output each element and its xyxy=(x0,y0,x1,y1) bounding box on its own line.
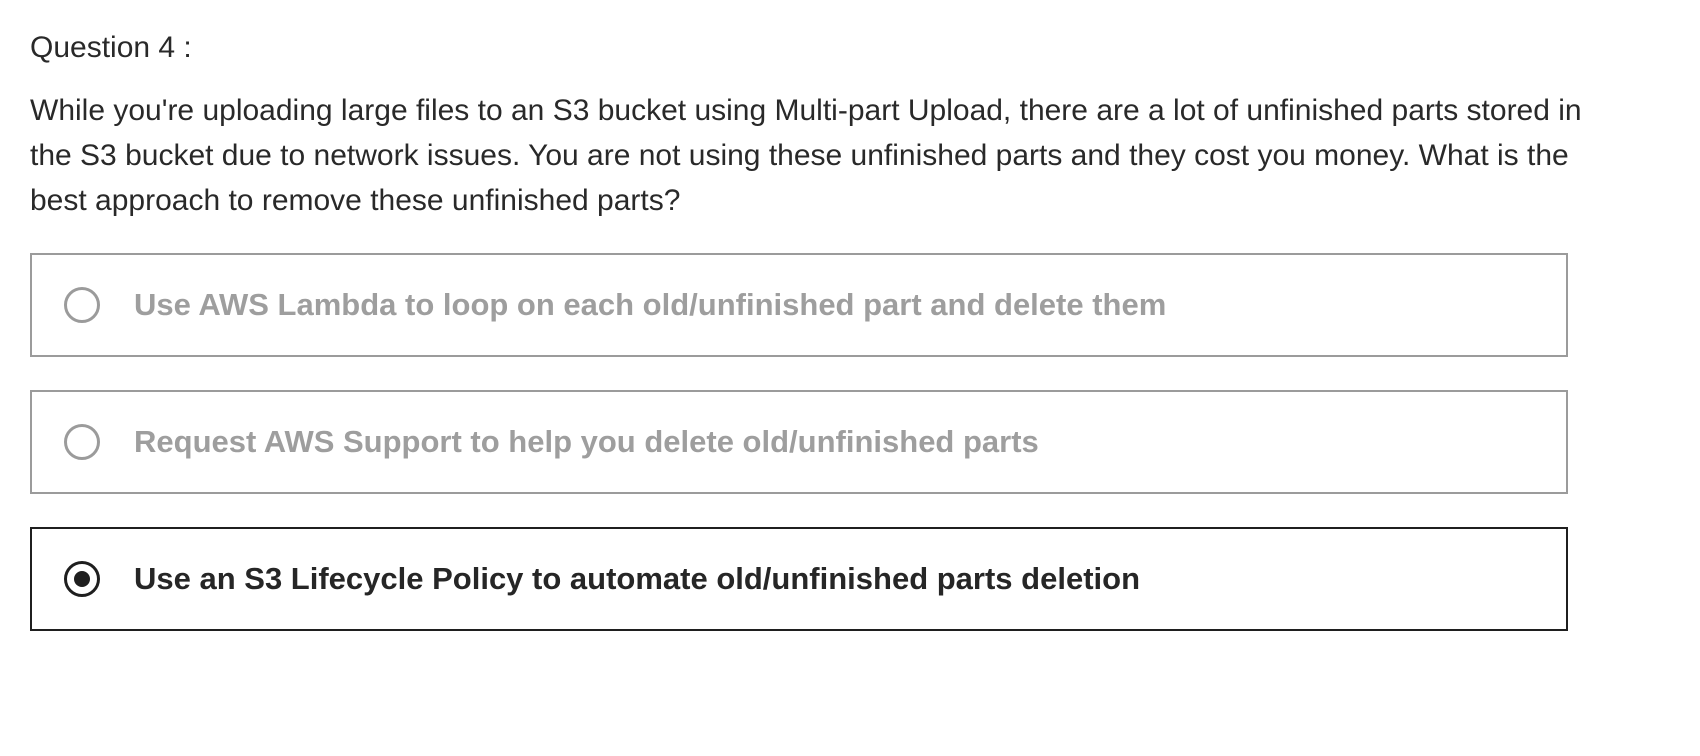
answer-option-label: Use an S3 Lifecycle Policy to automate o… xyxy=(134,561,1141,596)
answer-options: Use AWS Lambda to loop on each old/unfin… xyxy=(30,253,1568,664)
answer-option-2[interactable]: Request AWS Support to help you delete o… xyxy=(30,390,1568,494)
answer-option-label: Use AWS Lambda to loop on each old/unfin… xyxy=(134,287,1167,322)
answer-option-1[interactable]: Use AWS Lambda to loop on each old/unfin… xyxy=(30,253,1568,357)
radio-unchecked-icon[interactable] xyxy=(64,287,100,323)
radio-unchecked-icon[interactable] xyxy=(64,424,100,460)
answer-option-3[interactable]: Use an S3 Lifecycle Policy to automate o… xyxy=(30,527,1568,631)
question-number: Question 4 : xyxy=(30,31,192,64)
radio-checked-icon[interactable] xyxy=(64,561,100,597)
question-text: While you're uploading large files to an… xyxy=(30,94,1582,217)
answer-option-label: Request AWS Support to help you delete o… xyxy=(134,424,1039,459)
radio-dot-icon xyxy=(74,571,90,587)
